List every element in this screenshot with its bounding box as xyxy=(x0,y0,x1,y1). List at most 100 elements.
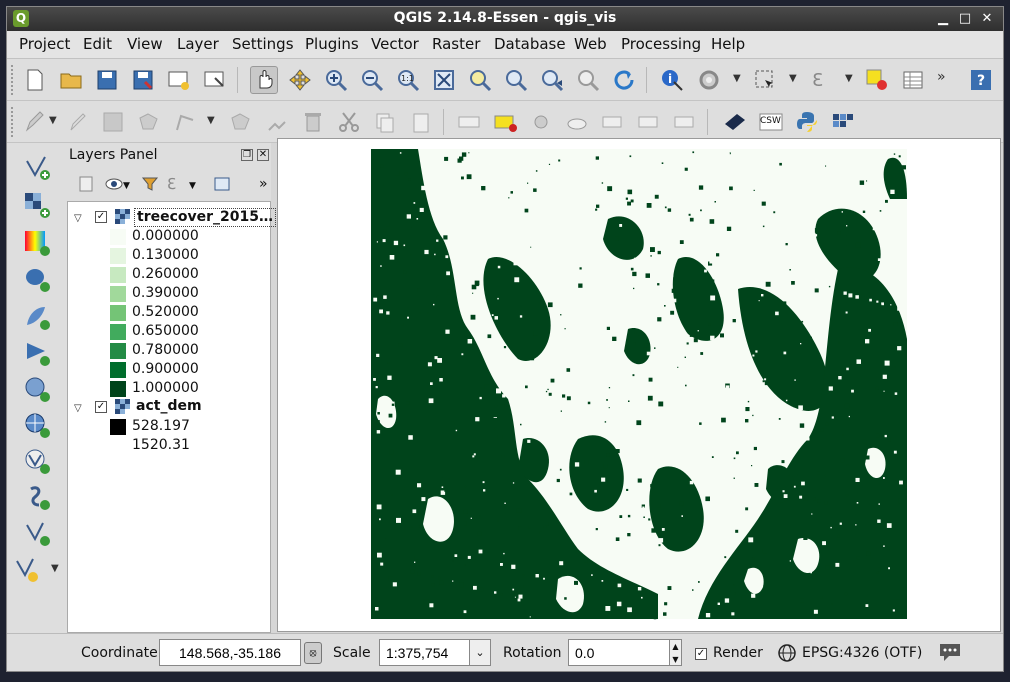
metasearch-icon[interactable] xyxy=(721,108,749,136)
zoom-out-icon[interactable] xyxy=(358,66,386,94)
identify-features-icon[interactable]: i xyxy=(658,66,686,94)
move-label-icon[interactable] xyxy=(599,108,627,136)
map-canvas[interactable] xyxy=(277,138,1001,632)
expression-dropdown-arrow[interactable]: ▼ xyxy=(845,73,853,84)
move-feature-icon[interactable] xyxy=(227,108,255,136)
show-hide-labels-icon[interactable] xyxy=(563,108,591,136)
layer-labeling-options-icon[interactable] xyxy=(491,108,519,136)
add-feature-icon[interactable] xyxy=(135,108,163,136)
filter-expression-dropdown-arrow[interactable]: ▼ xyxy=(189,181,196,191)
rotation-field[interactable] xyxy=(568,639,670,666)
layer-name-act-dem[interactable]: act_dem xyxy=(136,398,202,417)
python-console-icon[interactable] xyxy=(793,108,821,136)
cut-features-icon[interactable] xyxy=(335,108,363,136)
zoom-in-icon[interactable] xyxy=(322,66,350,94)
node-tool-icon[interactable] xyxy=(171,108,199,136)
layer-visibility-checkbox[interactable]: ✓ xyxy=(95,401,107,413)
add-wcs-layer-icon[interactable] xyxy=(23,411,51,439)
add-spatialite-layer-icon[interactable] xyxy=(23,303,51,331)
messages-icon[interactable] xyxy=(937,640,963,664)
attribute-table-icon[interactable] xyxy=(899,66,927,94)
new-print-composer-icon[interactable] xyxy=(165,66,193,94)
zoom-last-icon[interactable] xyxy=(538,66,566,94)
visibility-icon[interactable] xyxy=(105,175,123,193)
toolbar-handle-2[interactable] xyxy=(11,107,16,137)
add-group-icon[interactable] xyxy=(77,175,95,193)
menu-raster[interactable]: Raster xyxy=(432,35,480,53)
menu-database[interactable]: Database xyxy=(494,35,566,53)
visibility-dropdown-arrow[interactable]: ▼ xyxy=(123,181,130,191)
add-raster-layer-icon[interactable] xyxy=(23,191,51,219)
pin-labels-icon[interactable] xyxy=(527,108,555,136)
current-edits-icon[interactable] xyxy=(21,108,49,136)
layer-name-treecover[interactable]: treecover_2015… xyxy=(134,208,276,227)
toggle-extents-icon[interactable]: ⦻ xyxy=(304,642,322,664)
filter-by-expression-icon[interactable]: ℇ xyxy=(167,175,185,193)
copy-features-icon[interactable] xyxy=(371,108,399,136)
maximize-button[interactable]: □ xyxy=(955,9,975,29)
pan-map-icon[interactable] xyxy=(250,66,278,94)
add-virtual-layer-icon[interactable] xyxy=(23,519,51,547)
save-project-icon[interactable] xyxy=(93,66,121,94)
menu-edit[interactable]: Edit xyxy=(83,35,112,53)
add-postgis-layer-icon[interactable] xyxy=(23,265,51,293)
add-wfs-layer-icon[interactable] xyxy=(23,447,51,475)
coordinate-field[interactable] xyxy=(159,639,301,666)
menu-project[interactable]: Project xyxy=(19,35,70,53)
scale-combobox[interactable] xyxy=(379,639,471,666)
raster-render[interactable] xyxy=(278,139,1000,631)
add-oracle-layer-icon[interactable] xyxy=(23,375,51,403)
add-delimited-text-layer-icon[interactable] xyxy=(23,483,51,511)
add-vector-layer-icon[interactable] xyxy=(23,153,51,181)
new-shapefile-layer-icon[interactable] xyxy=(13,555,41,583)
refresh-icon[interactable] xyxy=(610,66,638,94)
add-mssql-layer-icon[interactable] xyxy=(23,339,51,367)
zoom-to-layer-icon[interactable] xyxy=(502,66,530,94)
save-layer-edits-icon[interactable] xyxy=(99,108,127,136)
zoom-native-icon[interactable]: 1:1 xyxy=(394,66,422,94)
delete-selected-icon[interactable] xyxy=(299,108,327,136)
toolbar-overflow-icon[interactable]: » xyxy=(937,69,946,85)
add-wms-layer-icon[interactable] xyxy=(23,229,51,257)
label-toolbar-icon[interactable] xyxy=(455,108,483,136)
rotate-label-icon[interactable] xyxy=(635,108,663,136)
render-checkbox[interactable]: ✓ xyxy=(695,648,707,660)
select-features-icon[interactable] xyxy=(751,66,779,94)
csw-icon[interactable]: CSW xyxy=(757,108,785,136)
composer-manager-icon[interactable] xyxy=(201,66,229,94)
whats-this-help-icon[interactable]: ? xyxy=(967,66,995,94)
menu-vector[interactable]: Vector xyxy=(371,35,419,53)
menu-processing[interactable]: Processing xyxy=(621,35,701,53)
paste-features-icon[interactable] xyxy=(407,108,435,136)
toggle-editing-icon[interactable] xyxy=(63,108,91,136)
panel-overflow-icon[interactable]: » xyxy=(259,176,268,192)
close-button[interactable]: ✕ xyxy=(977,9,997,29)
menu-help[interactable]: Help xyxy=(711,35,745,53)
crs-label[interactable]: EPSG:4326 (OTF) xyxy=(802,645,922,661)
node-edit-icon[interactable] xyxy=(263,108,291,136)
toolbar-handle[interactable] xyxy=(11,65,16,95)
layer-expand-toggle[interactable]: ▽ xyxy=(74,403,82,414)
pan-to-selection-icon[interactable] xyxy=(286,66,314,94)
open-project-icon[interactable] xyxy=(57,66,85,94)
expand-all-icon[interactable] xyxy=(213,175,231,193)
filter-legend-icon[interactable] xyxy=(141,175,159,193)
rotation-spinner[interactable]: ▲ ▼ xyxy=(669,639,682,666)
minimize-button[interactable]: ▁ xyxy=(933,9,953,29)
change-label-icon[interactable] xyxy=(671,108,699,136)
scale-dropdown-arrow[interactable]: ⌄ xyxy=(469,639,491,666)
layer-expand-toggle[interactable]: ▽ xyxy=(74,213,82,224)
crs-globe-icon[interactable] xyxy=(777,643,797,663)
deselect-all-icon[interactable] xyxy=(863,66,891,94)
zoom-next-icon[interactable] xyxy=(574,66,602,94)
zoom-full-icon[interactable] xyxy=(430,66,458,94)
float-panel-icon[interactable]: ❐ xyxy=(241,149,253,161)
edits-dropdown-arrow[interactable]: ▼ xyxy=(49,115,57,126)
run-feature-action-icon[interactable] xyxy=(695,66,723,94)
menu-view[interactable]: View xyxy=(127,35,163,53)
layer-visibility-checkbox[interactable]: ✓ xyxy=(95,211,107,223)
ortho-mosaic-plugin-icon[interactable] xyxy=(829,108,857,136)
menu-web[interactable]: Web xyxy=(574,35,607,53)
action-dropdown-arrow[interactable]: ▼ xyxy=(733,73,741,84)
close-panel-icon[interactable]: ✕ xyxy=(257,149,269,161)
